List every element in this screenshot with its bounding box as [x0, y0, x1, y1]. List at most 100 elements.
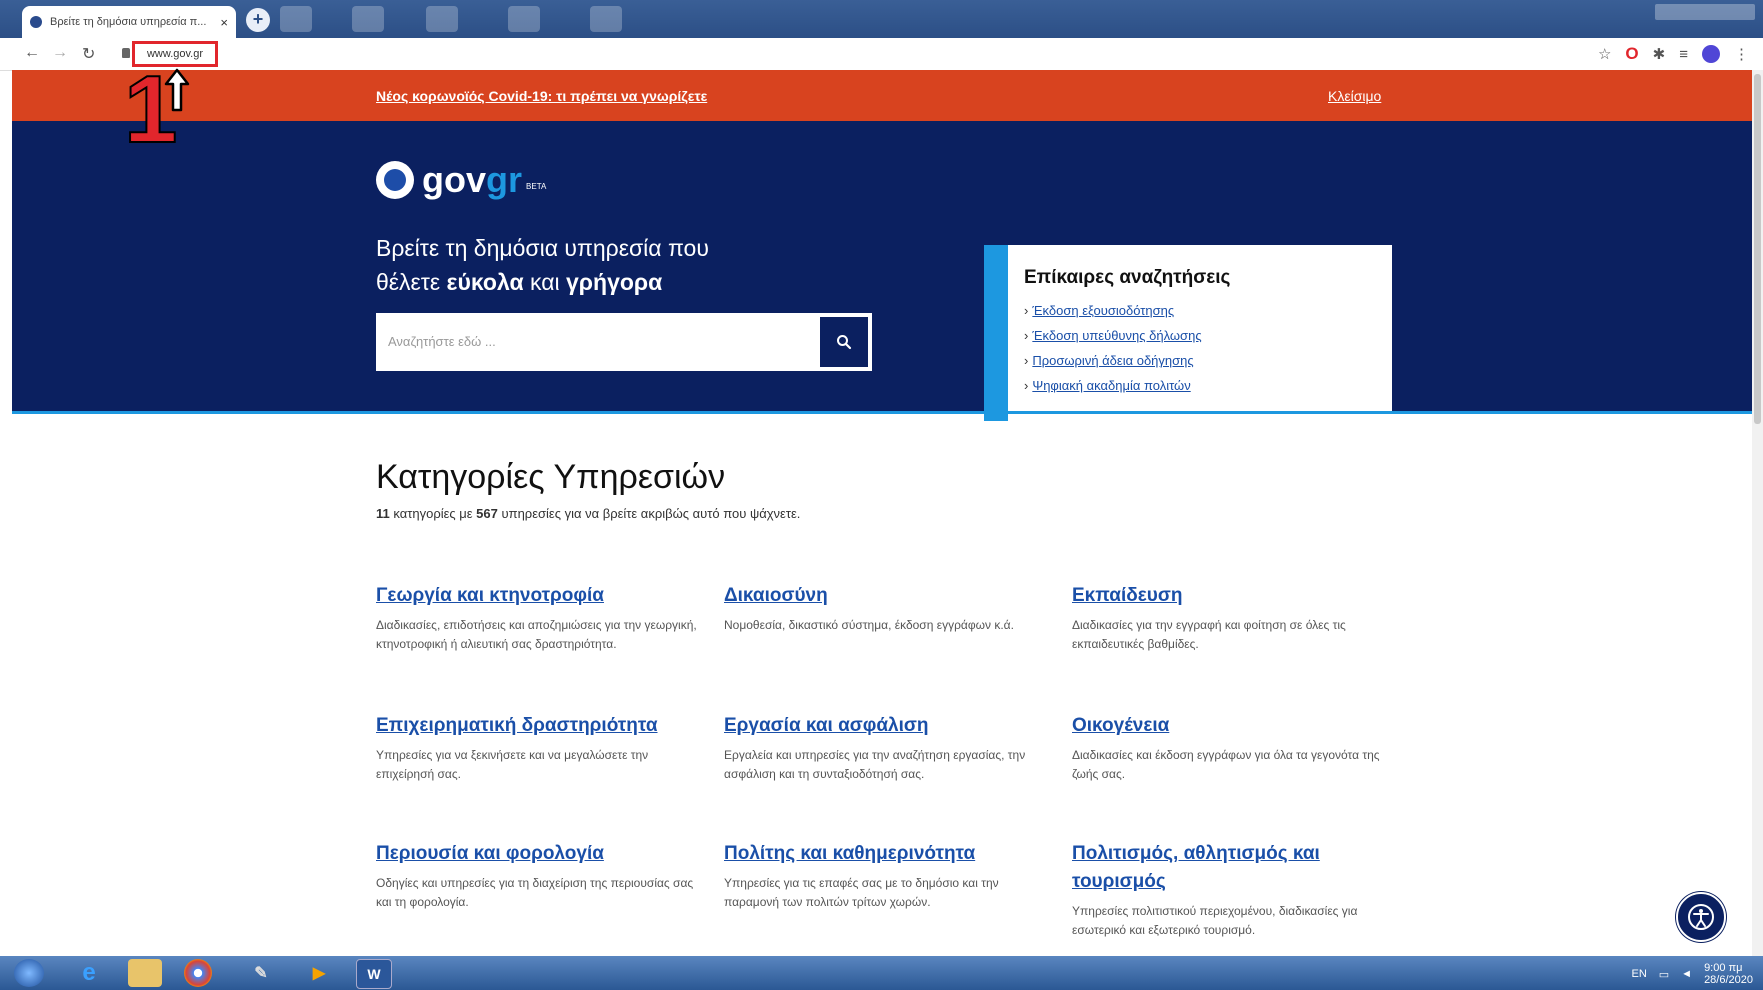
- category-title-link[interactable]: Εργασία και ασφάλιση: [724, 712, 1054, 740]
- headline-bold-easy: εύκολα: [446, 269, 524, 295]
- subtitle-text: υπηρεσίες για να βρείτε ακριβώς αυτό που…: [497, 506, 801, 521]
- category-card: Εκπαίδευση Διαδικασίες για την εγγραφή κ…: [1072, 582, 1402, 654]
- hero-headline: Βρείτε τη δημόσια υπηρεσία που θέλετε εύ…: [376, 231, 709, 299]
- search-icon: [837, 335, 852, 350]
- category-description: Διαδικασίες για την εγγραφή και φοίτηση …: [1072, 618, 1346, 651]
- banner-close-link[interactable]: Κλείσιμο: [1328, 88, 1381, 104]
- category-description: Διαδικασίες και έκδοση εγγράφων για όλα …: [1072, 748, 1380, 781]
- logo-beta-badge: BETA: [526, 181, 547, 191]
- web-page: Νέος κορωνοϊός Covid-19: τι πρέπει να γν…: [12, 70, 1752, 956]
- hero-headline-line1: Βρείτε τη δημόσια υπηρεσία που: [376, 235, 709, 261]
- category-title-link[interactable]: Δικαιοσύνη: [724, 582, 1054, 610]
- category-card: Πολιτισμός, αθλητισμός και τουρισμός Υπη…: [1072, 840, 1382, 940]
- category-description: Διαδικασίες, επιδοτήσεις και αποζημιώσει…: [376, 618, 697, 651]
- new-tab-button[interactable]: +: [246, 8, 270, 32]
- trending-link[interactable]: Ψηφιακή ακαδημία πολιτών: [1024, 378, 1392, 393]
- search-button[interactable]: [820, 317, 868, 367]
- file-explorer-icon[interactable]: [128, 959, 162, 987]
- trending-searches-panel: Επίκαιρες αναζητήσεις Έκδοση εξουσιοδότη…: [984, 245, 1392, 421]
- category-title-link[interactable]: Πολιτισμός, αθλητισμός και τουρισμός: [1072, 840, 1382, 896]
- menu-kebab-icon[interactable]: ⋮: [1734, 45, 1749, 63]
- logo-gr-text: gr: [486, 159, 523, 200]
- category-card: Επιχειρηματική δραστηριότητα Υπηρεσίες γ…: [376, 712, 706, 784]
- trending-link[interactable]: Προσωρινή άδεια οδήγησης: [1024, 353, 1392, 368]
- search-placeholder: Αναζητήστε εδώ ...: [388, 334, 496, 349]
- chrome-icon[interactable]: [184, 959, 212, 987]
- volume-icon[interactable]: ◄: [1681, 968, 1692, 980]
- accessibility-button[interactable]: [1676, 892, 1726, 942]
- trending-link[interactable]: Έκδοση υπεύθυνης δήλωσης: [1024, 328, 1392, 343]
- category-card: Πολίτης και καθημερινότητα Υπηρεσίες για…: [724, 840, 1054, 912]
- category-description: Υπηρεσίες για τις επαφές σας με το δημόσ…: [724, 876, 999, 909]
- clock-time: 9:00 πμ: [1704, 962, 1743, 974]
- language-indicator[interactable]: EN: [1631, 968, 1646, 980]
- start-button-icon[interactable]: [14, 959, 44, 987]
- word-icon[interactable]: W: [356, 959, 392, 989]
- covid-banner: Νέος κορωνοϊός Covid-19: τι πρέπει να γν…: [12, 70, 1752, 121]
- search-input[interactable]: Αναζητήστε εδώ ...: [376, 313, 872, 371]
- annotation-up-arrow-icon: [164, 68, 190, 112]
- category-card: Περιουσία και φορολογία Οδηγίες και υπηρ…: [376, 840, 706, 912]
- back-arrow-icon[interactable]: ←: [24, 44, 40, 62]
- category-description: Υπηρεσίες για να ξεκινήσετε και να μεγαλ…: [376, 748, 649, 781]
- headline-text: θέλετε: [376, 269, 447, 295]
- category-description: Οδηγίες και υπηρεσίες για τη διαχείριση …: [376, 876, 694, 909]
- category-description: Εργαλεία και υπηρεσίες για την αναζήτηση…: [724, 748, 1026, 781]
- hero-headline-line2: θέλετε εύκολα και γρήγορα: [376, 265, 709, 299]
- category-title-link[interactable]: Περιουσία και φορολογία: [376, 840, 706, 868]
- paint-app-icon[interactable]: ✎: [244, 959, 278, 987]
- network-icon[interactable]: ▭: [1659, 968, 1669, 981]
- logo-gov-text: gov: [422, 159, 487, 200]
- govgr-logo[interactable]: gov gr BETA: [376, 159, 546, 201]
- category-title-link[interactable]: Εκπαίδευση: [1072, 582, 1402, 610]
- category-title-link[interactable]: Γεωργία και κτηνοτροφία: [376, 582, 706, 610]
- services-subtitle: 11 κατηγορίες με 567 υπηρεσίες για να βρ…: [376, 506, 800, 521]
- clock[interactable]: 9:00 πμ 28/6/2020: [1704, 962, 1753, 986]
- taskbar-background-decoration: [352, 6, 384, 32]
- profile-avatar[interactable]: [1702, 45, 1720, 63]
- taskbar-background-decoration: [280, 6, 312, 32]
- internet-explorer-icon[interactable]: e: [72, 959, 106, 987]
- site-favicon-icon: [30, 16, 42, 28]
- category-title-link[interactable]: Πολίτης και καθημερινότητα: [724, 840, 1054, 868]
- category-title-link[interactable]: Επιχειρηματική δραστηριότητα: [376, 712, 706, 740]
- headline-bold-fast: γρήγορα: [566, 269, 663, 295]
- subtitle-text: κατηγορίες με: [389, 506, 477, 521]
- clock-date: 28/6/2020: [1704, 974, 1753, 986]
- trending-title: Επίκαιρες αναζητήσεις: [1024, 267, 1231, 288]
- reload-icon[interactable]: ↻: [82, 44, 95, 64]
- system-tray: EN ▭ ◄ 9:00 πμ 28/6/2020: [1631, 962, 1753, 986]
- accessibility-icon: [1688, 904, 1714, 930]
- bookmark-star-icon[interactable]: ☆: [1598, 45, 1611, 63]
- scrollbar-thumb[interactable]: [1754, 74, 1761, 424]
- covid-info-link[interactable]: Νέος κορωνοϊός Covid-19: τι πρέπει να γν…: [376, 88, 707, 104]
- toolbar-right-icons: ☆ O ✱ ≡ ⋮: [1598, 44, 1749, 64]
- forward-arrow-icon[interactable]: →: [52, 44, 68, 62]
- headline-text: και: [523, 269, 567, 295]
- taskbar-background-decoration: [426, 6, 458, 32]
- taskbar-background-decoration: [590, 6, 622, 32]
- tab-close-icon[interactable]: ×: [220, 15, 228, 30]
- browser-tab-active[interactable]: Βρείτε τη δημόσια υπηρεσία π... ×: [22, 6, 236, 38]
- taskbar-background-decoration: [508, 6, 540, 32]
- window-controls[interactable]: [1655, 4, 1755, 20]
- browser-tab-strip: Βρείτε τη δημόσια υπηρεσία π... × +: [0, 0, 1763, 38]
- service-count: 567: [476, 506, 498, 521]
- page-scrollbar[interactable]: [1752, 70, 1763, 956]
- hero-section: gov gr BETA Βρείτε τη δημόσια υπηρεσία π…: [12, 121, 1752, 421]
- extensions-puzzle-icon[interactable]: ✱: [1653, 45, 1666, 63]
- services-heading: Κατηγορίες Υπηρεσιών: [376, 458, 726, 496]
- tab-title: Βρείτε τη δημόσια υπηρεσία π...: [50, 16, 207, 28]
- category-description: Υπηρεσίες πολιτιστικού περιεχομένου, δια…: [1072, 904, 1358, 937]
- browser-toolbar: ← → ↻ www.gov.gr ☆ O ✱ ≡ ⋮: [0, 38, 1763, 71]
- category-card: Δικαιοσύνη Νομοθεσία, δικαστικό σύστημα,…: [724, 582, 1054, 635]
- category-card: Οικογένεια Διαδικασίες και έκδοση εγγράφ…: [1072, 712, 1402, 784]
- media-player-icon[interactable]: ▶: [302, 959, 336, 987]
- category-description: Νομοθεσία, δικαστικό σύστημα, έκδοση εγγ…: [724, 618, 1014, 632]
- opera-extension-icon[interactable]: O: [1625, 44, 1638, 64]
- windows-taskbar: e ✎ ▶ W EN ▭ ◄ 9:00 πμ 28/6/2020: [0, 956, 1763, 990]
- trending-link[interactable]: Έκδοση εξουσιοδότησης: [1024, 303, 1392, 318]
- category-title-link[interactable]: Οικογένεια: [1072, 712, 1402, 740]
- media-control-icon[interactable]: ≡: [1679, 46, 1688, 63]
- hero-accent-line: [12, 411, 1752, 414]
